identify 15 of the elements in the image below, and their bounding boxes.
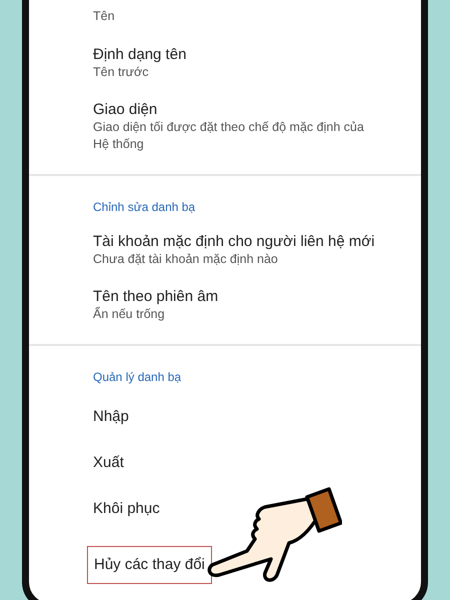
section-header: Quản lý danh bạ — [93, 370, 182, 384]
setting-subtitle: Tên — [93, 8, 115, 25]
setting-title[interactable]: Định dạng tên — [93, 46, 186, 63]
section-header: Chỉnh sửa danh bạ — [93, 200, 196, 214]
setting-title[interactable]: Giao diện — [93, 101, 158, 118]
setting-subtitle: Tên trước — [93, 64, 148, 81]
setting-title[interactable]: Nhập — [93, 408, 129, 425]
setting-title[interactable]: Hủy các thay đổi — [94, 556, 205, 573]
setting-title[interactable]: Tên theo phiên âm — [93, 288, 218, 305]
setting-title[interactable]: Xuất — [93, 454, 124, 471]
setting-subtitle: Ẩn nếu trống — [93, 306, 165, 323]
setting-title[interactable]: Tài khoản mặc định cho người liên hệ mới — [93, 233, 375, 250]
setting-subtitle: Giao diện tối được đặt theo chế độ mặc định của Hệ thống — [93, 119, 365, 153]
setting-title[interactable]: Khôi phục — [93, 500, 160, 517]
setting-subtitle: Chưa đặt tài khoản mặc định nào — [93, 251, 278, 268]
